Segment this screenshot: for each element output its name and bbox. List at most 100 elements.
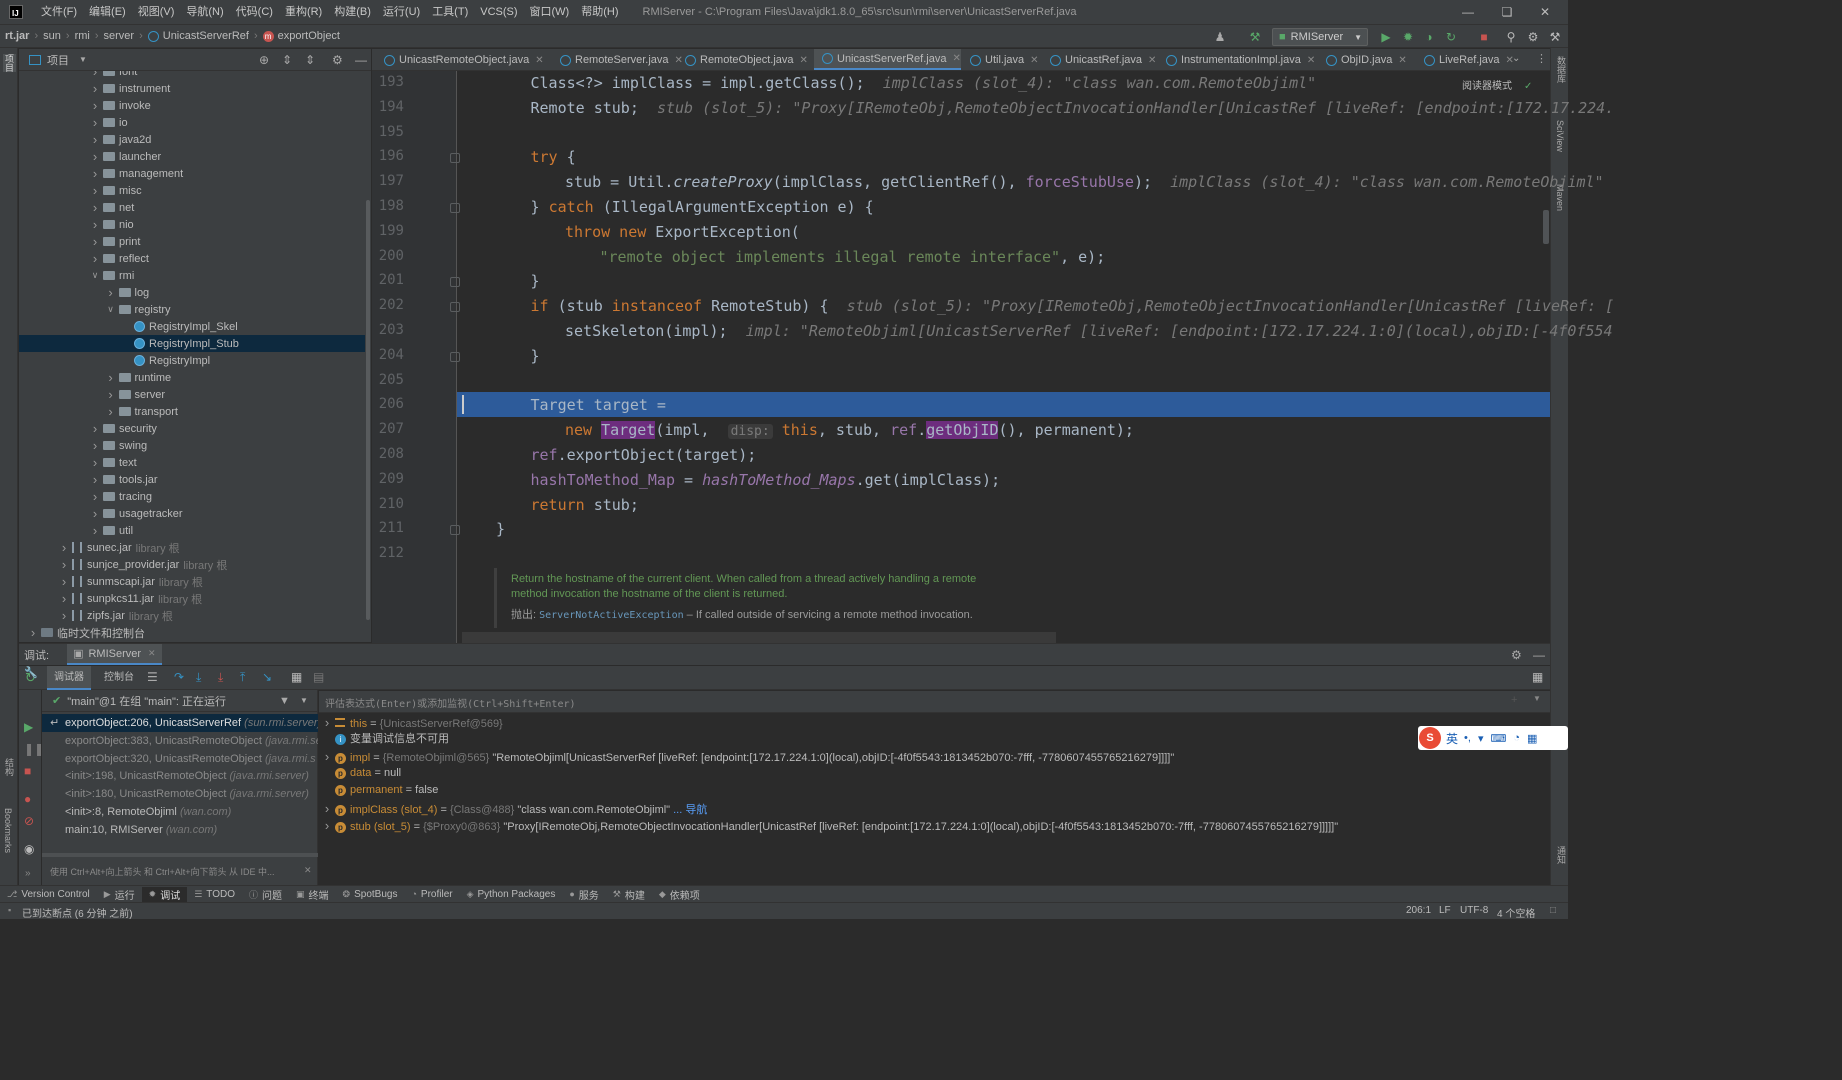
close-icon[interactable]: ✕ xyxy=(148,648,156,659)
trace-icon[interactable]: ▤ xyxy=(313,670,324,684)
chevron-right-icon[interactable]: › xyxy=(89,421,101,436)
chevron-down-icon[interactable]: ▼ xyxy=(79,55,87,64)
chevron-right-icon[interactable]: › xyxy=(105,285,117,300)
hide-panel-icon[interactable]: — xyxy=(355,53,367,67)
search-icon[interactable]: ⚲ xyxy=(1503,29,1519,45)
evaluate-expression-input[interactable]: 评估表达式(Enter)或添加监视(Ctrl+Shift+Enter) + ▼ xyxy=(319,691,1550,713)
chevron-right-icon[interactable]: › xyxy=(89,217,101,232)
coverage-icon[interactable]: ◑ xyxy=(1421,29,1437,45)
build-hammer-icon[interactable]: ⚒ xyxy=(1247,29,1263,45)
menu-item-0[interactable]: 文件(F) xyxy=(35,0,83,24)
close-icon[interactable]: ✕ xyxy=(1030,55,1038,66)
chevron-right-icon[interactable]: › xyxy=(89,234,101,249)
tree-item[interactable]: › sunmscapi.jar library 根 xyxy=(19,573,371,590)
settings-gear-icon[interactable]: ⚙ xyxy=(1525,29,1541,45)
tree-item[interactable]: › tracing xyxy=(19,488,371,505)
tree-item[interactable]: › print xyxy=(19,233,371,250)
tool-window-terminal[interactable]: ▣ 终端 xyxy=(289,887,336,902)
variable-row[interactable]: p permanent = false xyxy=(319,782,1550,799)
breadcrumb-jar[interactable]: rt.jar › xyxy=(0,30,38,42)
tab-editor-file[interactable]: InstrumentationImpl.java ✕ xyxy=(1158,49,1315,70)
restore-layout-icon[interactable]: ▦ xyxy=(1532,670,1543,684)
step-out-icon[interactable]: ⤒ xyxy=(240,670,245,685)
tab-editor-file[interactable]: RemoteObject.java ✕ xyxy=(677,49,808,70)
force-step-into-icon[interactable]: ⤓ xyxy=(218,670,223,685)
chevron-right-icon[interactable]: › xyxy=(319,817,335,834)
tree-item[interactable]: › usagetracker xyxy=(19,505,371,522)
tab-editor-file[interactable]: ObjID.java ✕ xyxy=(1318,49,1407,70)
fold-marker-icon[interactable] xyxy=(450,351,460,362)
camera-icon[interactable]: ◉ xyxy=(24,842,34,856)
close-icon[interactable]: ✕ xyxy=(1307,55,1315,66)
fold-marker-icon[interactable] xyxy=(450,153,460,164)
tree-item[interactable]: › util xyxy=(19,522,371,539)
tab-editor-file[interactable]: UnicastRemoteObject.java ✕ xyxy=(376,49,544,70)
notifications-tool-tab[interactable]: 通知 xyxy=(1555,846,1568,864)
menu-item-7[interactable]: 运行(U) xyxy=(377,0,426,24)
tree-item[interactable]: › management xyxy=(19,165,371,182)
variable-row[interactable]: › this = {UnicastServerRef@569} xyxy=(319,714,1550,731)
chevron-right-icon[interactable]: › xyxy=(58,540,70,555)
stop-icon[interactable]: ■ xyxy=(1476,29,1492,45)
collapse-all-icon[interactable]: ⇕ xyxy=(305,53,315,67)
wrench-icon[interactable]: 🔧 xyxy=(24,666,38,679)
stack-frame[interactable]: exportObject:320, UnicastRemoteObject (j… xyxy=(42,750,318,768)
tree-item[interactable]: › text xyxy=(19,454,371,471)
tree-item[interactable]: › nio xyxy=(19,216,371,233)
tree-item[interactable]: › tools.jar xyxy=(19,471,371,488)
editor-gutter[interactable]: 193 194 195 196 197 198 199 200 201 202 203 204 205 2… xyxy=(372,71,460,643)
tab-console[interactable]: 控制台 xyxy=(97,666,141,690)
tab-editor-file[interactable]: UnicastServerRef.java ✕ xyxy=(814,49,961,70)
locate-target-icon[interactable]: ⊕ xyxy=(259,53,269,67)
menu-item-10[interactable]: 窗口(W) xyxy=(524,0,576,24)
step-over-icon[interactable]: ↷ xyxy=(174,670,184,684)
update-icon[interactable]: ⚒ xyxy=(1547,29,1563,45)
status-message[interactable]: 已到达断点 (6 分钟 之前) xyxy=(22,905,133,920)
close-icon[interactable]: ✕ xyxy=(304,865,312,876)
chevron-down-icon[interactable]: ∨ xyxy=(105,304,117,315)
menu-item-4[interactable]: 代码(C) xyxy=(230,0,279,24)
chevron-right-icon[interactable]: › xyxy=(89,506,101,521)
menu-item-3[interactable]: 导航(N) xyxy=(180,0,229,24)
chevron-right-icon[interactable]: › xyxy=(27,625,39,640)
chevron-right-icon[interactable]: › xyxy=(89,183,101,198)
chevron-down-icon[interactable]: ∨ xyxy=(89,270,101,281)
tree-item[interactable]: › net xyxy=(19,199,371,216)
more-icon[interactable]: » xyxy=(25,868,31,879)
tree-item[interactable]: › server xyxy=(19,386,371,403)
chevron-right-icon[interactable]: › xyxy=(58,574,70,589)
project-panel-title[interactable]: 项目 xyxy=(47,52,69,68)
stack-frame[interactable]: <init>:180, UnicastRemoteObject (java.rm… xyxy=(42,785,318,803)
chevron-right-icon[interactable]: › xyxy=(58,608,70,623)
variable-row[interactable]: p data = null xyxy=(319,765,1550,782)
fold-marker-icon[interactable] xyxy=(450,302,460,313)
fold-marker-icon[interactable] xyxy=(450,203,460,213)
user-icon[interactable]: ♟ xyxy=(1212,29,1228,45)
thread-selector[interactable]: ✔ "main"@1 在组 "main": 正在运行 ▼ ▼ xyxy=(42,690,318,712)
stack-frame[interactable]: ↵ exportObject:206, UnicastServerRef (sun… xyxy=(42,714,318,732)
chevron-right-icon[interactable]: › xyxy=(105,404,117,419)
menu-item-8[interactable]: 工具(T) xyxy=(426,0,474,24)
chevron-right-icon[interactable]: › xyxy=(89,489,101,504)
menu-item-9[interactable]: VCS(S) xyxy=(474,0,523,24)
layout-menu-icon[interactable]: ☰ xyxy=(147,670,158,684)
menu-item-11[interactable]: 帮助(H) xyxy=(575,0,624,24)
stack-frame[interactable]: <init>:198, UnicastRemoteObject (java.rm… xyxy=(42,767,318,785)
breadcrumb-class[interactable]: UnicastServerRef › xyxy=(143,30,258,42)
close-icon[interactable]: ✕ xyxy=(1398,55,1406,66)
lock-icon[interactable]: □ xyxy=(1550,905,1556,916)
close-icon[interactable]: ✕ xyxy=(800,55,808,66)
tool-window-python-packages[interactable]: ◈ Python Packages xyxy=(460,889,563,900)
tree-item[interactable]: › java2d xyxy=(19,131,371,148)
chevron-right-icon[interactable]: › xyxy=(89,166,101,181)
chevron-down-icon[interactable]: ▼ xyxy=(1533,694,1541,703)
tree-item[interactable]: › log xyxy=(19,284,371,301)
structure-tool-tab[interactable]: 结构 xyxy=(3,758,16,776)
filter-icon[interactable]: ▼ xyxy=(279,695,290,707)
menu-item-6[interactable]: 构建(B) xyxy=(328,0,377,24)
tree-item[interactable]: › zipfs.jar library 根 xyxy=(19,607,371,624)
chevron-right-icon[interactable]: › xyxy=(105,387,117,402)
debug-session-tab[interactable]: ▣ RMIServer ✕ xyxy=(67,644,162,665)
tree-item[interactable]: RegistryImpl_Skel xyxy=(19,318,371,335)
chevron-right-icon[interactable]: › xyxy=(89,523,101,538)
